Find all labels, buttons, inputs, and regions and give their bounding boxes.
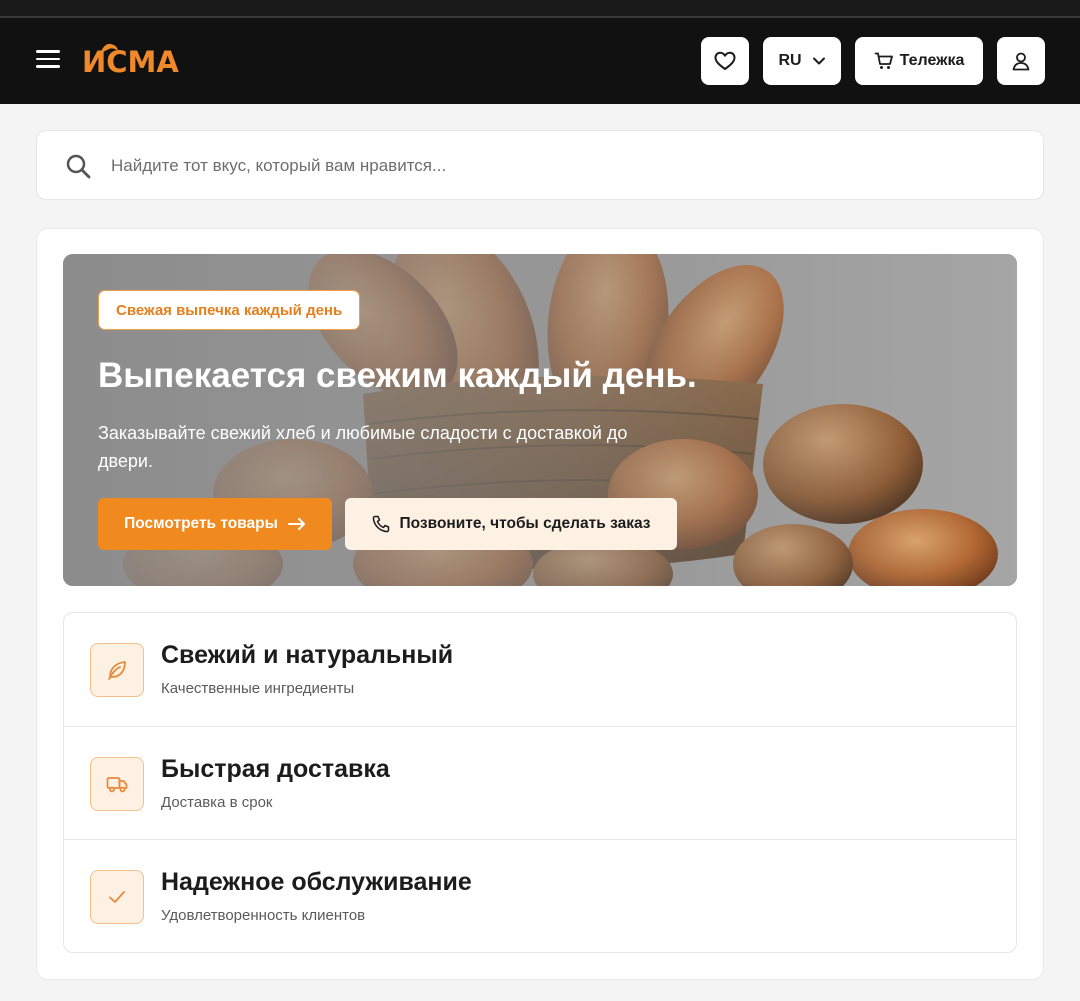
call-to-order-button[interactable]: Позвоните, чтобы сделать заказ bbox=[345, 498, 677, 550]
favorites-button[interactable] bbox=[701, 37, 749, 85]
call-to-order-label: Позвоните, чтобы сделать заказ bbox=[399, 515, 651, 532]
view-products-label: Посмотреть товары bbox=[124, 515, 278, 532]
features-list: Свежий и натуральный Качественные ингред… bbox=[63, 612, 1017, 953]
feature-item: Быстрая доставка Доставка в срок bbox=[64, 727, 1016, 840]
hero-description: Заказывайте свежий хлеб и любимые сладос… bbox=[98, 423, 628, 471]
feature-icon-box bbox=[90, 756, 144, 811]
feature-icon-box bbox=[90, 643, 144, 697]
search-input[interactable] bbox=[111, 145, 1011, 187]
cart-label: Тележка bbox=[899, 52, 965, 69]
hero-banner: Свежая выпечка каждый день Выпекается св… bbox=[63, 254, 1017, 586]
search-bar[interactable] bbox=[36, 130, 1044, 200]
arrow-right-icon bbox=[287, 518, 305, 530]
search-icon bbox=[66, 154, 91, 179]
leaf-icon bbox=[108, 661, 126, 680]
truck-icon bbox=[106, 776, 128, 792]
feature-item: Надежное обслуживание Удовлетворенность … bbox=[64, 840, 1016, 952]
hero-title: Выпекается свежим каждый день. bbox=[98, 356, 697, 395]
feature-subtitle: Качественные ингредиенты bbox=[161, 680, 355, 697]
logo[interactable]: ИСМА bbox=[82, 42, 179, 82]
menu-icon[interactable] bbox=[36, 50, 60, 70]
heart-icon bbox=[714, 51, 736, 70]
feature-subtitle: Удовлетворенность клиентов bbox=[161, 907, 366, 924]
account-button[interactable] bbox=[997, 37, 1045, 85]
user-icon bbox=[1012, 52, 1030, 71]
hero-badge: Свежая выпечка каждый день bbox=[98, 290, 361, 330]
feature-icon-box bbox=[90, 870, 144, 924]
language-selector[interactable]: RU bbox=[763, 37, 841, 85]
logo-text: ИСМА bbox=[82, 45, 179, 79]
cart-icon bbox=[874, 52, 893, 69]
view-products-button[interactable]: Посмотреть товары bbox=[98, 498, 332, 550]
browser-top-strip bbox=[0, 0, 1080, 16]
feature-subtitle: Доставка в срок bbox=[161, 793, 273, 811]
phone-icon bbox=[372, 515, 389, 533]
check-icon bbox=[109, 891, 125, 903]
site-header: ИСМА RU Тележка bbox=[0, 16, 1080, 104]
croissant-logo-icon bbox=[100, 43, 118, 54]
feature-title: Свежий и натуральный bbox=[161, 641, 454, 669]
language-label: RU bbox=[778, 52, 802, 69]
chevron-down-icon bbox=[812, 57, 825, 65]
feature-title: Надежное обслуживание bbox=[161, 868, 472, 896]
feature-title: Быстрая доставка bbox=[161, 754, 390, 783]
cart-button[interactable]: Тележка bbox=[855, 37, 983, 85]
feature-item: Свежий и натуральный Качественные ингред… bbox=[64, 613, 1016, 727]
